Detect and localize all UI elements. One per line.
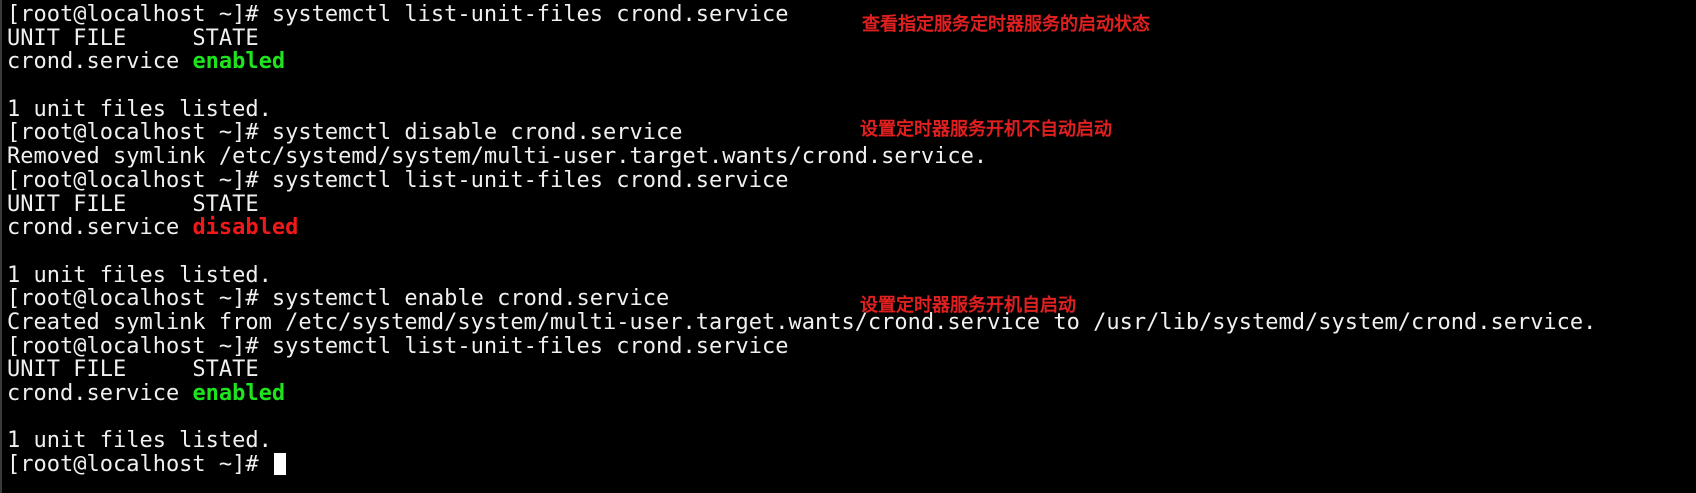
terminal-line: 1 unit files listed. [7,262,1596,288]
terminal-line: crond.service disabled [7,216,1596,240]
command-text: systemctl enable crond.service [271,286,670,312]
shell-prompt: [root@localhost ~]# [7,2,272,27]
shell-prompt: [root@localhost ~]# [7,452,272,478]
terminal-line: [root@localhost ~]# systemctl list-unit-… [7,167,1596,193]
unit-name: crond.service [7,49,193,75]
command-text: systemctl list-unit-files crond.service [271,167,789,193]
unit-state-disabled: disabled [192,215,299,241]
terminal-line: UNIT FILE STATE [7,191,1596,217]
terminal-line: [root@localhost ~]# systemctl enable cro… [7,287,1596,311]
terminal-line: Removed symlink /etc/systemd/system/mult… [7,145,1596,169]
terminal-window[interactable]: [root@localhost ~]# systemctl list-unit-… [0,0,1696,493]
unit-name: crond.service [7,215,193,241]
command-output: Removed symlink /etc/systemd/system/mult… [7,144,988,170]
command-text: systemctl disable crond.service [271,120,683,146]
shell-prompt: [root@localhost ~]# [7,286,272,312]
terminal-input-line[interactable]: [root@localhost ~]# [7,453,1596,477]
summary-text: 1 unit files listed. [7,96,272,122]
terminal-output: [root@localhost ~]# systemctl list-unit-… [7,3,1596,477]
command-text: systemctl list-unit-files crond.service [271,333,789,359]
annotation-enable-autostart: 设置定时器服务开机自启动 [860,295,1076,316]
unit-state-enabled: enabled [192,49,286,75]
terminal-line: [root@localhost ~]# systemctl disable cr… [7,121,1596,145]
text-cursor[interactable] [273,453,286,476]
command-text: systemctl list-unit-files crond.service [271,2,789,27]
shell-prompt: [root@localhost ~]# [7,333,272,359]
annotation-check-status: 查看指定服务定时器服务的启动状态 [862,14,1150,35]
terminal-line: crond.service enabled [7,50,1596,74]
unit-state-enabled: enabled [192,381,286,406]
command-output: Created symlink from /etc/systemd/system… [7,309,1597,335]
table-header: UNIT FILE STATE [7,25,259,51]
table-header: UNIT FILE STATE [7,191,259,217]
annotation-disable-autostart: 设置定时器服务开机不自动启动 [860,119,1112,140]
terminal-line: Created symlink from /etc/systemd/system… [7,311,1596,335]
summary-text: 1 unit files listed. [7,262,272,288]
shell-prompt: [root@localhost ~]# [7,167,272,193]
summary-text: 1 unit files listed. [7,428,272,454]
unit-name: crond.service [7,381,193,406]
terminal-line: UNIT FILE STATE [7,25,1596,51]
terminal-line: 1 unit files listed. [7,429,1596,453]
table-header: UNIT FILE STATE [7,357,259,383]
shell-prompt: [root@localhost ~]# [7,120,272,146]
terminal-line: crond.service enabled [7,382,1596,406]
terminal-line: [root@localhost ~]# systemctl list-unit-… [7,3,1596,27]
terminal-line: 1 unit files listed. [7,96,1596,122]
terminal-line: [root@localhost ~]# systemctl list-unit-… [7,333,1596,359]
terminal-line: UNIT FILE STATE [7,358,1596,382]
